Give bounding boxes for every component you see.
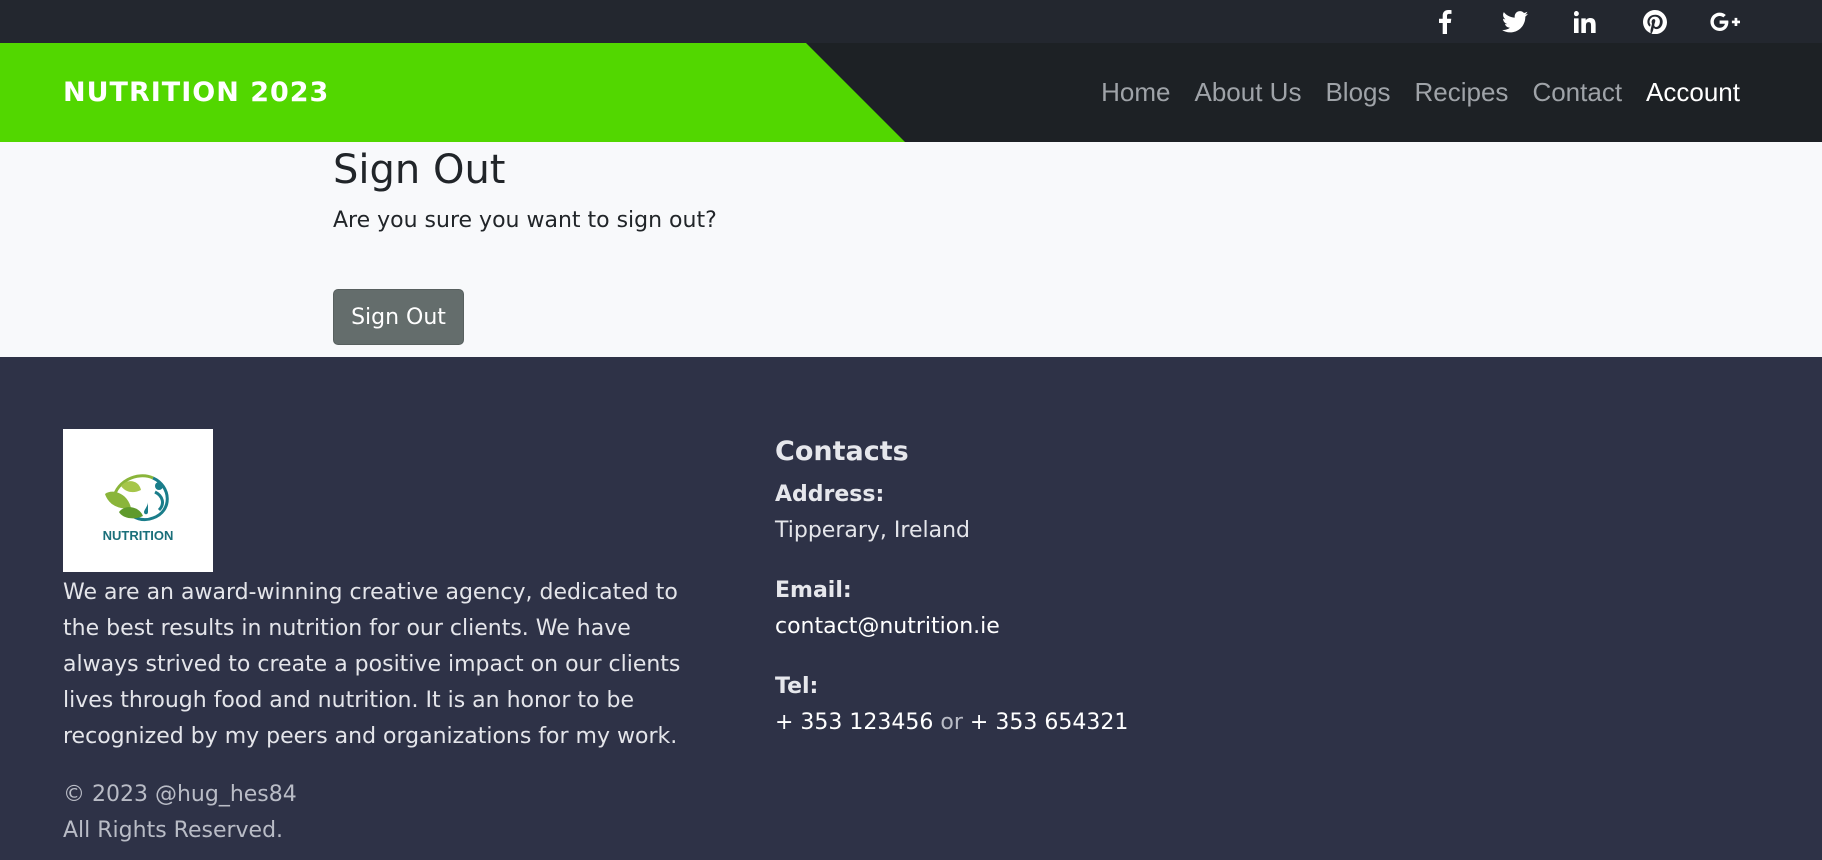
- nav-about-us[interactable]: About Us: [1195, 77, 1302, 108]
- social-bar: [0, 0, 1822, 43]
- social-links: [1410, 0, 1760, 43]
- nav-recipes[interactable]: Recipes: [1415, 77, 1509, 108]
- address-label: Address:: [775, 482, 885, 507]
- pinterest-icon[interactable]: [1620, 0, 1690, 43]
- email-label: Email:: [775, 578, 852, 603]
- email-value: contact@nutrition.ie: [775, 609, 1375, 645]
- tel-link-1[interactable]: + 353 123456: [775, 710, 933, 735]
- nav-links: Home About Us Blogs Recipes Contact Acco…: [1077, 43, 1740, 142]
- copyright-line: © 2023 @hug_hes84: [63, 782, 297, 807]
- contacts-section: Contacts Address: Tipperary, Ireland Ema…: [775, 429, 1375, 765]
- nav-home[interactable]: Home: [1101, 77, 1170, 108]
- linkedin-icon[interactable]: [1550, 0, 1620, 43]
- navbar: NUTRITION 2023 Home About Us Blogs Recip…: [0, 43, 1822, 142]
- sign-out-button[interactable]: Sign Out: [333, 289, 464, 345]
- tel-or: or: [940, 710, 963, 735]
- nav-blogs[interactable]: Blogs: [1325, 77, 1390, 108]
- brand-logo[interactable]: NUTRITION 2023: [63, 43, 329, 142]
- main-content: Sign Out Are you sure you want to sign o…: [0, 142, 1822, 357]
- twitter-icon[interactable]: [1480, 0, 1550, 43]
- contacts-heading: Contacts: [775, 436, 909, 467]
- tel-label: Tel:: [775, 674, 819, 699]
- nav-account[interactable]: Account: [1646, 77, 1740, 108]
- nav-contact[interactable]: Contact: [1532, 77, 1622, 108]
- confirm-message: Are you sure you want to sign out?: [333, 208, 717, 233]
- address-value: Tipperary, Ireland: [775, 518, 971, 543]
- tel-link-2[interactable]: + 353 654321: [970, 710, 1128, 735]
- footer-logo: NUTRITION: [63, 429, 213, 572]
- footer: NUTRITION We are an award-winning creati…: [0, 357, 1822, 860]
- tel-value: + 353 123456 or + 353 654321: [775, 705, 1375, 741]
- about-text: We are an award-winning creative agency,…: [63, 580, 681, 749]
- facebook-icon[interactable]: [1410, 0, 1480, 43]
- copyright: © 2023 @hug_hes84 All Rights Reserved.: [63, 777, 297, 849]
- rights-line: All Rights Reserved.: [63, 818, 284, 843]
- email-link[interactable]: contact@nutrition.ie: [775, 614, 1000, 639]
- page-title: Sign Out: [333, 147, 506, 193]
- svg-text:NUTRITION: NUTRITION: [103, 528, 174, 543]
- nutrition-logo-icon: NUTRITION: [103, 473, 174, 543]
- google-plus-icon[interactable]: [1690, 0, 1760, 43]
